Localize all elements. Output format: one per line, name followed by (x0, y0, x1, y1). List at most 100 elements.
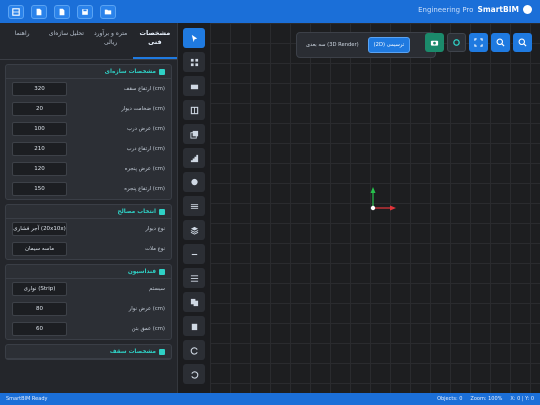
cursor-icon (191, 34, 197, 42)
section-title: مشخصات سقف (109, 348, 156, 355)
section-0: مشخصات سازه‌ای 320 ارتفاع سقف (cm) 20 ضخامت … (5, 64, 172, 200)
wall-tool-button[interactable] (183, 76, 205, 96)
field-label: عمق بتن (cm) (131, 326, 165, 332)
status-bar: SmartBIM Ready Objects: 0 Zoom: 100% X: … (0, 393, 540, 405)
undo-icon (190, 370, 198, 379)
section-title: انتخاب مصالح (117, 208, 156, 215)
tab-structural-analysis[interactable]: تحلیل سازه‌ای (44, 23, 88, 59)
section-title: فنداسیون (127, 268, 156, 275)
duplicate-tool-button[interactable] (183, 292, 205, 312)
field-row: نواری (Strip) سیستم (6, 279, 171, 299)
status-text: SmartBIM Ready (6, 396, 48, 402)
cursor-coords: X: 0 | Y: 0 (510, 396, 534, 402)
layers-icon (190, 226, 198, 235)
disk-icon (82, 8, 88, 15)
layers-tool-button[interactable] (183, 220, 205, 240)
y-axis-arrow (370, 187, 376, 193)
paste-tool-button[interactable] (183, 316, 205, 336)
field-label: نوع دیوار (145, 226, 165, 232)
field-label: ارتفاع درب (cm) (126, 146, 165, 152)
redo-icon (190, 346, 198, 355)
paste-icon (191, 323, 197, 330)
section-header[interactable]: مشخصات سازه‌ای (6, 65, 171, 79)
folder-icon (104, 9, 112, 14)
field-input[interactable]: 60 (12, 322, 67, 336)
field-label: سیستم (149, 286, 165, 292)
duplicate-icon (190, 298, 198, 306)
field-input[interactable]: آجر فشاری (20x10x) (12, 222, 67, 236)
field-input[interactable]: 100 (12, 122, 67, 136)
field-row: ماسه سیمان نوع ملات (6, 239, 171, 259)
origin-axes (370, 187, 396, 211)
disk-button[interactable] (77, 4, 93, 19)
undo-tool-button[interactable] (183, 364, 205, 384)
drawing-canvas[interactable]: سه بعدی (3D Render) (2D) ترسیمی (210, 23, 540, 393)
stairs-icon (190, 154, 198, 162)
field-input[interactable]: 210 (12, 142, 67, 156)
tab-guide[interactable]: راهنما (0, 23, 44, 59)
section-icon (159, 208, 165, 215)
field-label: ضخامت دیوار (cm) (121, 106, 165, 112)
section-header[interactable]: انتخاب مصالح (6, 205, 171, 219)
window-icon (190, 106, 198, 114)
field-row: 320 ارتفاع سقف (cm) (6, 79, 171, 99)
field-input[interactable]: 80 (12, 302, 67, 316)
field-label: عرض نوار (cm) (128, 306, 165, 312)
section-1: انتخاب مصالح آجر فشاری (20x10x) نوع دیوار م… (5, 204, 172, 260)
section-3: مشخصات سقف (5, 344, 172, 360)
section-2: فنداسیون نواری (Strip) سیستم 80 عرض نوار (cm… (5, 264, 172, 340)
cursor-tool-button[interactable] (183, 28, 205, 48)
objects-count: Objects: 0 (437, 396, 463, 402)
section-icon (159, 348, 165, 355)
field-input[interactable]: 20 (12, 102, 67, 116)
field-input[interactable]: ماسه سیمان (12, 242, 67, 256)
origin-point (370, 205, 376, 211)
field-input[interactable]: 320 (12, 82, 67, 96)
brand: Engineering Pro SmartBIM (418, 5, 532, 14)
section-icon (159, 268, 165, 275)
drawing-toolbar (181, 28, 207, 395)
grid-button[interactable] (8, 4, 24, 19)
field-row: 60 عمق بتن (cm) (6, 319, 171, 339)
minus-tool-button[interactable] (183, 244, 205, 264)
redo-tool-button[interactable] (183, 340, 205, 360)
lines-tool-button[interactable] (183, 196, 205, 216)
field-label: عرض درب (cm) (127, 126, 165, 132)
field-row: 20 ضخامت دیوار (cm) (6, 99, 171, 119)
chat-icon (190, 178, 198, 185)
list-icon (190, 274, 198, 282)
field-row: 150 ارتفاع پنجره (cm) (6, 179, 171, 199)
copy-icon (189, 130, 198, 139)
field-input[interactable]: 120 (12, 162, 67, 176)
section-title: مشخصات سازه‌ای (104, 68, 156, 75)
folder-button[interactable] (100, 4, 116, 19)
file-button[interactable] (54, 4, 70, 19)
field-input[interactable]: نواری (Strip) (12, 282, 67, 296)
section-header[interactable]: فنداسیون (6, 265, 171, 279)
section-header[interactable]: مشخصات سقف (6, 345, 171, 359)
tab-technical-specs[interactable]: مشخصات فنی (132, 23, 177, 59)
properties-panel: راهنما تحلیل سازه‌ای متره و برآورد ریالی… (0, 23, 178, 393)
field-row: آجر فشاری (20x10x) نوع دیوار (6, 219, 171, 239)
field-input[interactable]: 150 (12, 182, 67, 196)
field-label: ارتفاع سقف (cm) (123, 86, 165, 92)
field-row: 120 عرض پنجره (cm) (6, 159, 171, 179)
list-tool-button[interactable] (183, 268, 205, 288)
zoom-level: Zoom: 100% (470, 396, 503, 402)
section-icon (159, 68, 165, 75)
lines-icon (190, 203, 198, 209)
file-icon (59, 8, 65, 15)
panel-sections: مشخصات سازه‌ای 320 ارتفاع سقف (cm) 20 ضخامت … (0, 64, 177, 360)
copy-tool-button[interactable] (183, 124, 205, 144)
stairs-tool-button[interactable] (183, 148, 205, 168)
panel-tabs: راهنما تحلیل سازه‌ای متره و برآورد ریالی… (0, 23, 177, 60)
field-row: 100 عرض درب (cm) (6, 119, 171, 139)
grid-tool-button[interactable] (183, 52, 205, 72)
save-doc-button[interactable] (31, 4, 47, 19)
tab-quantity-estimate[interactable]: متره و برآورد ریالی (89, 23, 133, 59)
window-tool-button[interactable] (183, 100, 205, 120)
wall-icon (190, 84, 198, 89)
chat-tool-button[interactable] (183, 172, 205, 192)
grid-icon (190, 58, 198, 66)
field-label: ارتفاع پنجره (cm) (124, 186, 165, 192)
